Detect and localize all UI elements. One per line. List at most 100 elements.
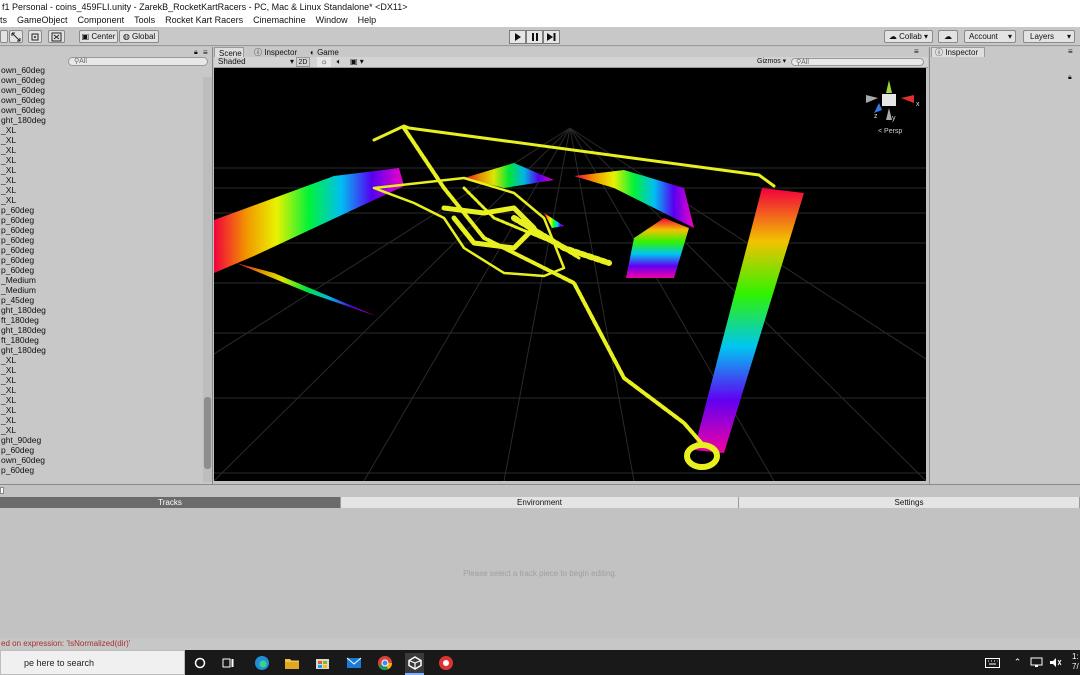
chrome-button[interactable] (375, 653, 394, 672)
effects-dropdown[interactable]: ▣ ▾ (350, 57, 372, 67)
hierarchy-scrollbar[interactable] (203, 77, 212, 482)
layers-dropdown[interactable]: Layers ▾ (1023, 30, 1075, 43)
hierarchy-item[interactable]: p_60deg (0, 255, 200, 265)
hierarchy-item[interactable]: ght_180deg (0, 115, 200, 125)
hierarchy-item[interactable]: own_60deg (0, 75, 200, 85)
perspective-label[interactable]: < Persp (878, 128, 902, 135)
orientation-gizmo[interactable]: x y z (866, 80, 920, 122)
hierarchy-scroll-thumb[interactable] (204, 397, 211, 469)
menu-gameobject[interactable]: GameObject (17, 14, 73, 27)
hierarchy-item[interactable]: p_60deg (0, 465, 200, 475)
hierarchy-item[interactable]: _XL (0, 415, 200, 425)
mail-button[interactable] (344, 653, 363, 672)
hierarchy-item[interactable]: _XL (0, 135, 200, 145)
gizmos-dropdown[interactable]: Gizmos ▾ (757, 57, 789, 67)
hierarchy-item[interactable]: _XL (0, 395, 200, 405)
hierarchy-item[interactable]: _Medium (0, 285, 200, 295)
clock[interactable]: 1: 7/ (1072, 652, 1079, 672)
menu-help[interactable]: Help (358, 14, 382, 27)
menu-cinemachine[interactable]: Cinemachine (253, 14, 311, 27)
hierarchy-item[interactable]: own_60deg (0, 85, 200, 95)
hierarchy-item[interactable]: _XL (0, 175, 200, 185)
hierarchy-item[interactable]: own_60deg (0, 455, 200, 465)
taskbar-search-input[interactable]: pe here to search (0, 650, 185, 675)
chrome-red-button[interactable] (436, 653, 455, 672)
toggle-2d-button[interactable]: 2D (296, 57, 310, 67)
hierarchy-item[interactable]: p_45deg (0, 295, 200, 305)
menu-rocket-kart-racers[interactable]: Rocket Kart Racers (165, 14, 248, 27)
lighting-toggle[interactable]: ☼ (317, 57, 331, 67)
hierarchy-item[interactable]: p_60deg (0, 445, 200, 455)
menu-component[interactable]: Component (78, 14, 130, 27)
hierarchy-item[interactable]: ft_180deg (0, 315, 200, 325)
hierarchy-item[interactable]: own_60deg (0, 95, 200, 105)
hierarchy-item[interactable]: _XL (0, 185, 200, 195)
hierarchy-item[interactable]: ght_180deg (0, 305, 200, 315)
panel-menu-icon[interactable]: ≡ (914, 47, 919, 56)
hierarchy-item[interactable]: _XL (0, 405, 200, 415)
pivot-global-button[interactable]: ◍ Global (119, 30, 159, 43)
tab-environment[interactable]: Environment (341, 497, 739, 508)
file-explorer-button[interactable] (282, 653, 301, 672)
hierarchy-item[interactable]: p_60deg (0, 265, 200, 275)
network-button[interactable] (1027, 653, 1046, 672)
lock-icon[interactable]: 🔒︎ (194, 49, 198, 57)
collab-button[interactable]: ☁ Collab ▾ (884, 30, 933, 43)
hierarchy-item[interactable]: _XL (0, 355, 200, 365)
tab-inspector-panel[interactable]: ⓘ Inspector (931, 47, 985, 57)
cloud-services-button[interactable]: ☁ (938, 30, 958, 43)
hierarchy-item[interactable]: _XL (0, 165, 200, 175)
hierarchy-item[interactable]: own_60deg (0, 105, 200, 115)
hierarchy-item[interactable]: p_60deg (0, 245, 200, 255)
hierarchy-item[interactable]: p_60deg (0, 215, 200, 225)
rect-transform-tool-button[interactable] (28, 30, 42, 43)
tab-tracks[interactable]: Tracks (0, 497, 341, 508)
hierarchy-item[interactable]: _XL (0, 365, 200, 375)
scene-search-input[interactable]: ⚲All (791, 58, 924, 66)
cortana-button[interactable] (190, 653, 209, 672)
hierarchy-item[interactable]: _XL (0, 375, 200, 385)
hierarchy-item[interactable]: own_60deg (0, 65, 200, 75)
hierarchy-item[interactable]: _XL (0, 155, 200, 165)
panel-menu-icon[interactable]: ≡ (1068, 47, 1073, 56)
hierarchy-item[interactable]: ght_180deg (0, 345, 200, 355)
edge-button[interactable] (252, 653, 271, 672)
hierarchy-item[interactable]: p_60deg (0, 235, 200, 245)
pivot-center-button[interactable]: ▣ Center (79, 30, 118, 43)
unity-button[interactable] (405, 653, 424, 675)
menu-tools[interactable]: Tools (134, 14, 160, 27)
play-button[interactable] (509, 30, 526, 44)
scene-viewport[interactable]: x y z < Persp (214, 68, 926, 481)
rect-tool-button[interactable] (0, 30, 8, 43)
hierarchy-item[interactable]: _XL (0, 425, 200, 435)
menu-assets[interactable]: ts (0, 14, 12, 27)
console-status-bar[interactable]: ed on expression: 'IsNormalized(dir)' (0, 638, 1080, 650)
panel-menu-icon[interactable]: ≡ (203, 48, 208, 57)
keyboard-tray-button[interactable] (983, 653, 1002, 672)
audio-toggle[interactable]: 🔈︎ (332, 57, 346, 67)
step-button[interactable] (543, 30, 560, 44)
store-button[interactable] (313, 653, 332, 672)
task-view-button[interactable] (219, 653, 238, 672)
hierarchy-item[interactable]: ght_180deg (0, 325, 200, 335)
hierarchy-item[interactable]: _XL (0, 195, 200, 205)
menu-window[interactable]: Window (316, 14, 353, 27)
transform-tool-button[interactable] (48, 30, 65, 43)
hierarchy-horizontal-scrollbar[interactable] (0, 484, 1080, 496)
hierarchy-item[interactable]: p_60deg (0, 205, 200, 215)
scale-tool-button[interactable] (9, 30, 23, 43)
show-hidden-icons-button[interactable]: ⌃ (1008, 653, 1027, 672)
volume-button[interactable] (1046, 653, 1065, 672)
account-dropdown[interactable]: Account ▾ (964, 30, 1016, 43)
hierarchy-item[interactable]: _XL (0, 125, 200, 135)
hierarchy-item[interactable]: ght_90deg (0, 435, 200, 445)
pause-button[interactable] (526, 30, 543, 44)
hierarchy-item[interactable]: _XL (0, 385, 200, 395)
hierarchy-item[interactable]: _XL (0, 145, 200, 155)
hierarchy-item[interactable]: p_60deg (0, 225, 200, 235)
lock-icon[interactable]: 🔒︎ (1068, 74, 1072, 82)
horizontal-scroll-thumb[interactable] (0, 487, 4, 494)
tab-settings[interactable]: Settings (739, 497, 1080, 508)
shading-mode-dropdown[interactable]: Shaded ▾ (218, 57, 294, 67)
hierarchy-item[interactable]: ft_180deg (0, 335, 200, 345)
